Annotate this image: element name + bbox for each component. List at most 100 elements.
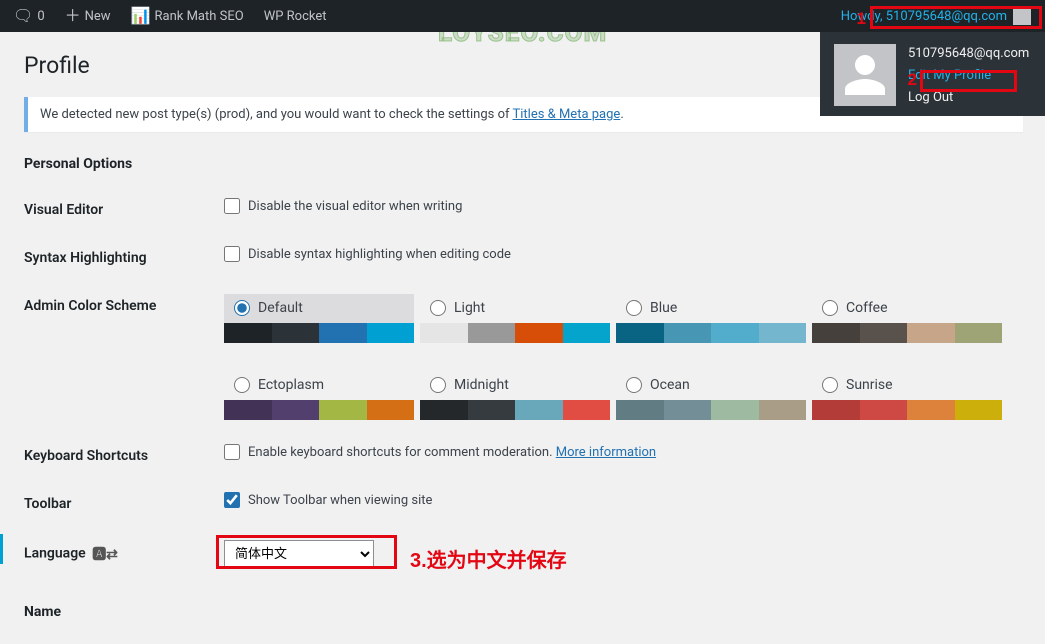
admin-toolbar: 🗨 0 ＋ New 📊 Rank Math SEO WP Rocket Howd… (0, 0, 1045, 32)
color-scheme-radio[interactable] (822, 377, 838, 393)
color-scheme-label[interactable]: Ectoplasm (224, 371, 414, 400)
color-scheme-radio[interactable] (430, 377, 446, 393)
annotation-number-2: 2 (908, 70, 917, 90)
color-scheme-name: Sunrise (846, 377, 893, 393)
row-label-toolbar: Toolbar (24, 480, 224, 528)
row-label-visual-editor: Visual Editor (24, 186, 224, 234)
color-swatch (616, 400, 664, 420)
color-swatch (367, 323, 415, 343)
user-menu-content: 510795648@qq.com Edit My Profile Log Out (834, 44, 1031, 106)
language-select[interactable]: 简体中文 (224, 540, 374, 568)
color-swatch (319, 323, 367, 343)
admin-toolbar-left: 🗨 0 ＋ New 📊 Rank Math SEO WP Rocket (8, 8, 332, 24)
row-label-admin-color: Admin Color Scheme (24, 282, 224, 432)
color-swatch (664, 400, 712, 420)
color-scheme-ocean[interactable]: Ocean (616, 371, 806, 420)
color-scheme-name: Coffee (846, 300, 888, 316)
color-swatch (272, 323, 320, 343)
color-scheme-radio[interactable] (626, 300, 642, 316)
color-scheme-radio[interactable] (234, 300, 250, 316)
color-scheme-label[interactable]: Coffee (812, 294, 1002, 323)
keyboard-shortcuts-checkbox[interactable] (224, 444, 240, 460)
color-swatches (812, 400, 1002, 420)
color-swatches (420, 400, 610, 420)
color-swatch (664, 323, 712, 343)
keyboard-shortcuts-link[interactable]: More information (556, 445, 656, 460)
annotation-number-1: 1 (857, 9, 866, 29)
color-swatch (420, 400, 468, 420)
color-scheme-label[interactable]: Default (224, 294, 414, 323)
notice-suffix: . (620, 107, 623, 122)
color-scheme-sunrise[interactable]: Sunrise (812, 371, 1002, 420)
color-swatch (812, 323, 860, 343)
color-scheme-default[interactable]: Default (224, 294, 414, 343)
color-scheme-name: Blue (650, 300, 677, 316)
color-scheme-radio[interactable] (822, 300, 838, 316)
toolbar-checkbox[interactable] (224, 492, 240, 508)
toolbar-checkbox-label[interactable]: Show Toolbar when viewing site (248, 493, 432, 508)
toolbar-rankmath[interactable]: 📊 Rank Math SEO (126, 8, 249, 24)
visual-editor-checkbox[interactable] (224, 198, 240, 214)
notice-link[interactable]: Titles & Meta page (512, 107, 620, 122)
color-swatch (563, 400, 611, 420)
color-swatch (224, 400, 272, 420)
toolbar-new[interactable]: ＋ New (60, 8, 116, 24)
color-swatch (367, 400, 415, 420)
profile-form-table: Visual Editor Disable the visual editor … (24, 186, 1023, 580)
row-label-language: Language 🅰︎⇄ (24, 528, 224, 580)
color-scheme-label[interactable]: Ocean (616, 371, 806, 400)
color-scheme-label[interactable]: Light (420, 294, 610, 323)
language-label-text: Language (24, 546, 89, 562)
color-scheme-ectoplasm[interactable]: Ectoplasm (224, 371, 414, 420)
visual-editor-checkbox-label[interactable]: Disable the visual editor when writing (248, 199, 462, 214)
plus-icon: ＋ (65, 8, 81, 24)
wprocket-label: WP Rocket (264, 9, 327, 24)
color-scheme-blue[interactable]: Blue (616, 294, 806, 343)
color-swatch (860, 323, 908, 343)
sidebar-active-indicator (0, 534, 3, 564)
color-scheme-light[interactable]: Light (420, 294, 610, 343)
color-scheme-radio[interactable] (430, 300, 446, 316)
syntax-highlighting-checkbox[interactable] (224, 246, 240, 262)
color-scheme-radio[interactable] (626, 377, 642, 393)
user-menu-links: 510795648@qq.com Edit My Profile Log Out (908, 44, 1029, 106)
color-swatch (907, 400, 955, 420)
color-scheme-coffee[interactable]: Coffee (812, 294, 1002, 343)
keyboard-shortcuts-checkbox-label[interactable]: Enable keyboard shortcuts for comment mo… (248, 445, 656, 460)
admin-toolbar-right: Howdy, 510795648@qq.com (841, 7, 1037, 25)
color-swatch (711, 323, 759, 343)
color-scheme-label[interactable]: Midnight (420, 371, 610, 400)
user-account-menu: 510795648@qq.com Edit My Profile Log Out (820, 32, 1045, 116)
comment-icon: 🗨 (13, 8, 33, 24)
edit-profile-link[interactable]: Edit My Profile (908, 68, 1029, 83)
color-swatch (616, 323, 664, 343)
user-menu-email: 510795648@qq.com (908, 46, 1029, 61)
translate-icon: 🅰︎⇄ (92, 544, 118, 564)
toolbar-wprocket[interactable]: WP Rocket (259, 9, 332, 24)
color-scheme-name: Midnight (454, 377, 509, 393)
color-scheme-label[interactable]: Blue (616, 294, 806, 323)
syntax-highlighting-checkbox-label[interactable]: Disable syntax highlighting when editing… (248, 247, 511, 262)
color-swatches (616, 323, 806, 343)
section-personal-options: Personal Options (24, 156, 1023, 172)
color-scheme-radio[interactable] (234, 377, 250, 393)
color-swatch (812, 400, 860, 420)
rankmath-label: Rank Math SEO (155, 9, 244, 24)
logout-link[interactable]: Log Out (908, 90, 1029, 105)
color-swatch (907, 323, 955, 343)
color-scheme-label[interactable]: Sunrise (812, 371, 1002, 400)
color-swatch (955, 400, 1003, 420)
row-label-keyboard: Keyboard Shortcuts (24, 432, 224, 480)
color-swatch (711, 400, 759, 420)
toolbar-comments[interactable]: 🗨 0 (8, 8, 50, 24)
color-swatches (420, 323, 610, 343)
color-swatch (319, 400, 367, 420)
color-swatch (468, 400, 516, 420)
color-scheme-midnight[interactable]: Midnight (420, 371, 610, 420)
color-swatch (468, 323, 516, 343)
annotation-text-3: 3.选为中文并保存 (410, 544, 567, 573)
color-swatch (759, 400, 807, 420)
avatar-icon[interactable] (1013, 7, 1031, 25)
color-swatches (224, 400, 414, 420)
chart-icon: 📊 (131, 8, 151, 24)
